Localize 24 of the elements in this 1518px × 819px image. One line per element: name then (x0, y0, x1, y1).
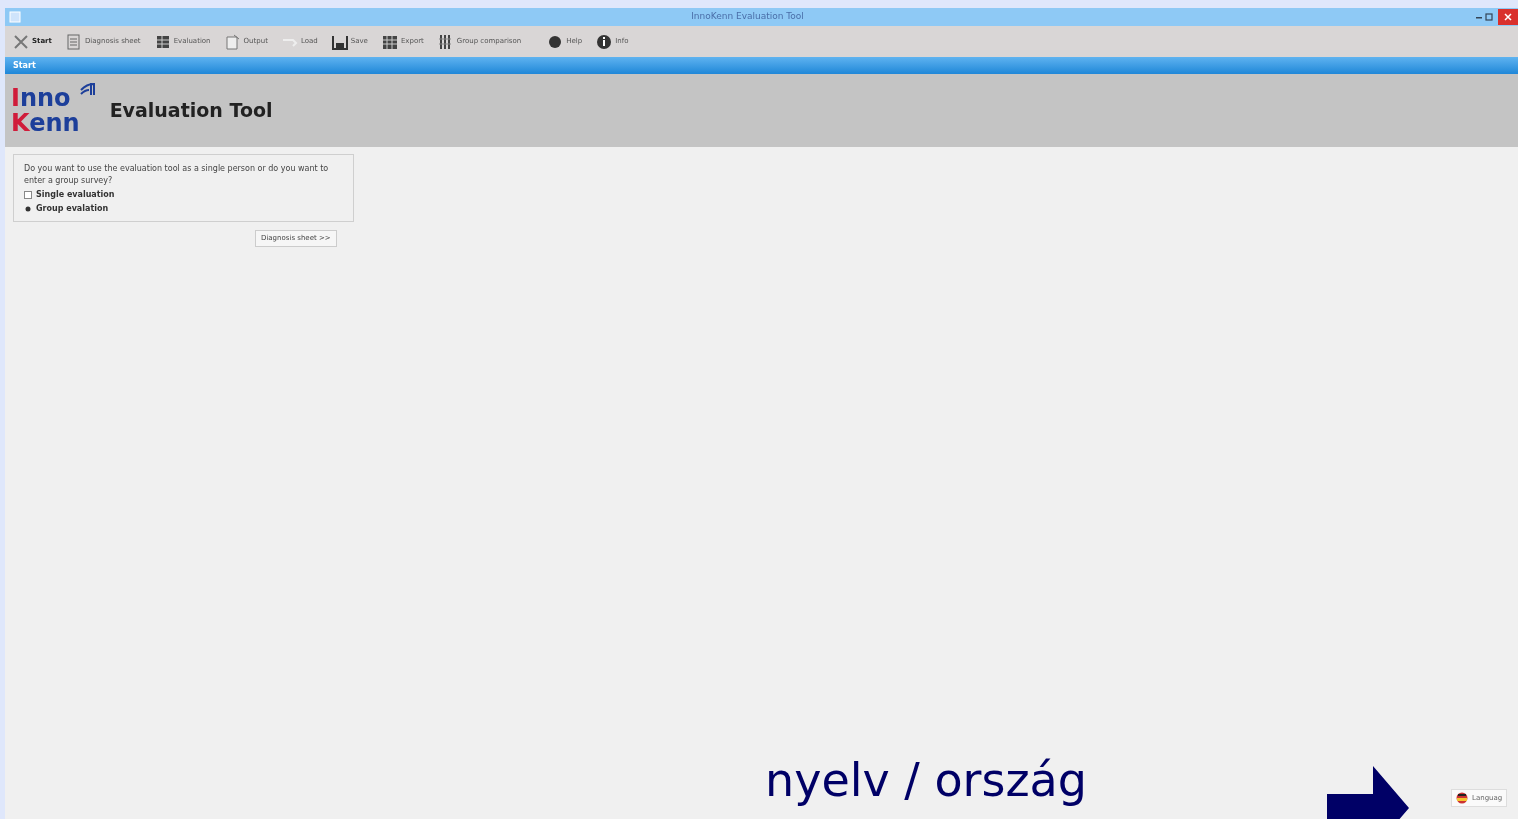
annotation-text: nyelv / ország (765, 752, 1087, 809)
bars-icon (437, 33, 454, 50)
document-icon (224, 33, 241, 50)
floppy-icon (331, 33, 348, 50)
arrows-icon (13, 33, 29, 50)
header-title: Evaluation Tool (109, 98, 273, 124)
help-icon (547, 33, 564, 50)
radio-button[interactable] (24, 205, 32, 213)
flag-icon (1456, 792, 1468, 804)
info-icon (596, 33, 613, 50)
close-icon[interactable] (1498, 9, 1518, 25)
radio-button[interactable] (24, 191, 32, 199)
checklist-icon (65, 33, 82, 50)
tab[interactable]: Start (13, 59, 36, 72)
signal-icon (78, 81, 96, 96)
app-icon (9, 11, 21, 23)
logo: Inno Kenn (11, 85, 92, 136)
table-icon (154, 33, 171, 50)
maximize-icon[interactable] (1484, 11, 1494, 23)
grid-icon (381, 33, 398, 50)
window-title: InnoKenn Evaluation Tool (690, 10, 805, 24)
question-text: Do you want to use the evaluation tool as a single person or do you want to enter a group survey? (24, 163, 330, 187)
option-label[interactable]: Group evalation (36, 203, 109, 215)
option-label[interactable]: Single evaluation (36, 189, 115, 201)
